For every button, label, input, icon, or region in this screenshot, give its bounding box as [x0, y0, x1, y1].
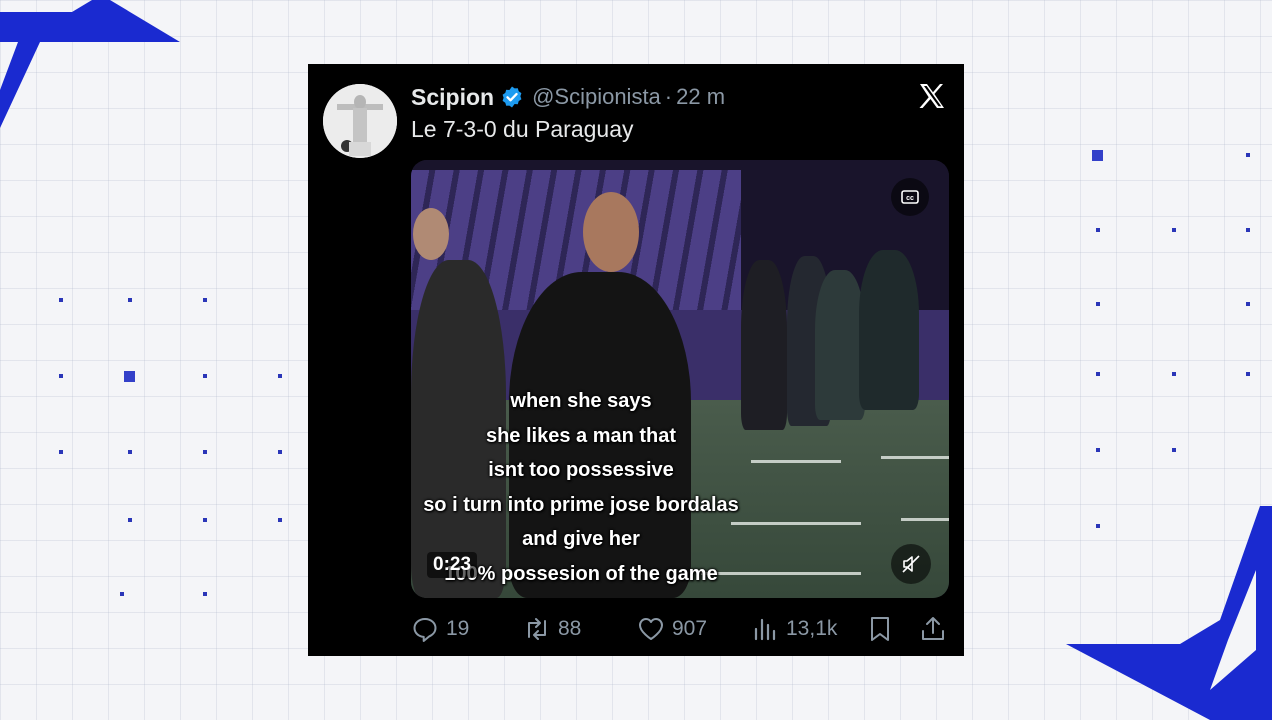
deco-dot [1246, 228, 1250, 232]
deco-dot [203, 592, 207, 596]
timestamp[interactable]: 22 m [676, 84, 725, 110]
x-logo-icon [919, 84, 944, 108]
bookmark-button[interactable] [866, 612, 894, 646]
video-person [413, 208, 449, 260]
deco-dot [1172, 448, 1176, 452]
share-button[interactable] [919, 612, 947, 646]
caption-line: so i turn into prime jose bordalas [423, 493, 739, 516]
closed-captions-button[interactable]: cc [891, 178, 929, 216]
deco-dot [59, 374, 63, 378]
deco-dot [1172, 228, 1176, 232]
deco-dot [128, 518, 132, 522]
repost-button[interactable]: 88 [523, 612, 581, 646]
views-button[interactable]: 13,1k [751, 612, 837, 646]
views-count: 13,1k [786, 617, 838, 640]
tweet-header: Scipion @Scipionista · 22 m [411, 82, 725, 112]
deco-dot [128, 450, 132, 454]
deco-dot [59, 298, 63, 302]
deco-dot [59, 450, 63, 454]
bookmark-icon [871, 617, 889, 641]
deco-dot [278, 518, 282, 522]
reply-count: 19 [446, 617, 470, 640]
deco-dot [1096, 228, 1100, 232]
tweet-card[interactable]: Scipion @Scipionista · 22 m Le 7-3-0 du … [308, 64, 964, 656]
deco-dot [278, 374, 282, 378]
svg-text:cc: cc [906, 195, 914, 202]
repost-icon [528, 618, 546, 640]
closed-captions-icon: cc [901, 190, 919, 204]
caption-line: isnt too possessive [488, 459, 674, 481]
deco-dot [203, 374, 207, 378]
deco-dot [1246, 153, 1250, 157]
like-count: 907 [672, 617, 708, 640]
video-person [583, 192, 639, 272]
handle[interactable]: @Scipionista [532, 84, 661, 110]
avatar[interactable] [323, 84, 397, 158]
share-icon [922, 617, 944, 640]
display-name[interactable]: Scipion [411, 84, 494, 111]
verified-badge-icon [502, 86, 522, 108]
video-duration: 0:23 [427, 552, 478, 578]
like-icon [639, 618, 663, 640]
deco-dot [1096, 524, 1100, 528]
deco-dot [1092, 150, 1103, 161]
avatar-image [323, 84, 397, 158]
deco-dot [1096, 448, 1100, 452]
deco-dot [278, 450, 282, 454]
deco-dot [1246, 372, 1250, 376]
corner-arrow-top-left [0, 0, 180, 128]
like-button[interactable]: 907 [637, 612, 707, 646]
tweet-text: Le 7-3-0 du Paraguay [411, 116, 634, 142]
deco-dot [120, 592, 124, 596]
deco-dot [124, 371, 135, 382]
video-player[interactable]: cc when she says she likes a man that is… [411, 160, 949, 598]
video-person [859, 250, 919, 410]
reply-icon [413, 618, 437, 642]
mute-button[interactable] [891, 544, 931, 584]
deco-dot [203, 450, 207, 454]
deco-dot [1096, 302, 1100, 306]
reply-button[interactable]: 19 [411, 612, 469, 646]
muted-speaker-icon [902, 555, 920, 573]
deco-dot [203, 518, 207, 522]
deco-dot [1246, 302, 1250, 306]
deco-dot [1172, 372, 1176, 376]
caption-line: when she says [510, 390, 652, 412]
deco-dot [1096, 372, 1100, 376]
caption-line: she likes a man that [485, 424, 677, 447]
deco-dot [128, 298, 132, 302]
repost-count: 88 [558, 617, 582, 640]
deco-dot [203, 298, 207, 302]
corner-star-bottom-right [1066, 506, 1272, 720]
separator-dot: · [664, 84, 673, 109]
tweet-actions: 19 88 907 13,1k [411, 612, 949, 646]
views-icon [754, 618, 776, 641]
video-person [815, 270, 865, 420]
